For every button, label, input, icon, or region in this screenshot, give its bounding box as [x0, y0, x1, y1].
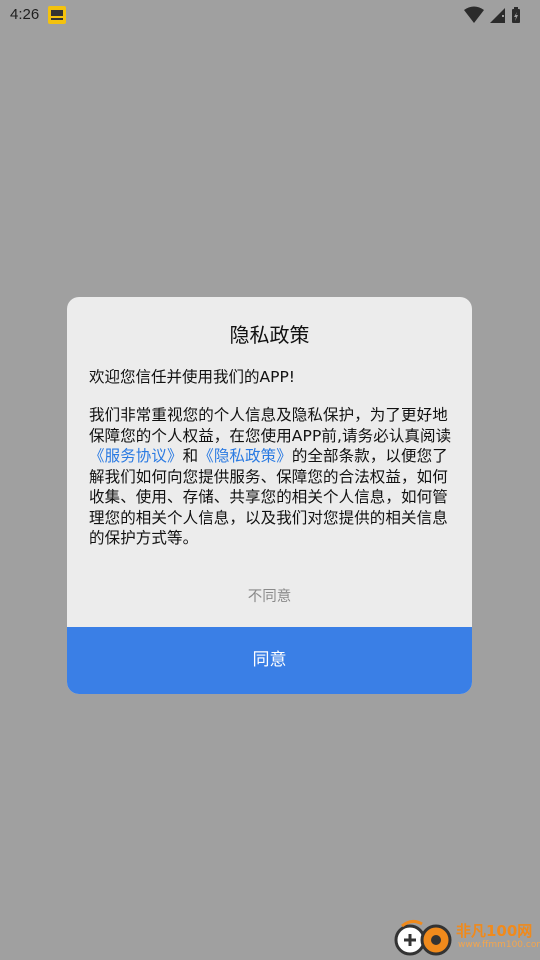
watermark-name: 非凡100网 [456, 922, 533, 940]
privacy-dialog: 隐私政策 欢迎您信任并使用我们的APP! 我们非常重视您的个人信息及隐私保护，为… [67, 297, 472, 694]
dialog-greeting: 欢迎您信任并使用我们的APP! [89, 368, 296, 386]
status-icons [464, 6, 530, 24]
disagree-button[interactable]: 不同意 [67, 585, 472, 606]
watermark-url: www.ffmm100.com [458, 940, 540, 950]
dialog-body: 我们非常重视您的个人信息及隐私保护，为了更好地保障您的个人权益，在您使用APP前… [89, 405, 454, 549]
signal-icon [490, 8, 505, 23]
screen: 4:26 隐私政策 欢迎您信任并使用我们的APP! 我们非常重视您的个人信息及隐… [0, 0, 540, 960]
notification-app-icon [48, 6, 66, 24]
status-bar: 4:26 [0, 0, 540, 30]
wifi-icon [464, 6, 484, 23]
battery-icon [512, 7, 520, 23]
status-time: 4:26 [10, 6, 40, 23]
and-text: 和 [182, 447, 199, 465]
dialog-title: 隐私政策 [229, 323, 310, 347]
watermark: 非凡100网 www.ffmm100.com [392, 914, 540, 960]
privacy-policy-link[interactable]: 《隐私政策》 [198, 447, 292, 465]
body-text-part1: 我们非常重视您的个人信息及隐私保护，为了更好地保障您的个人权益，在您使用APP前… [89, 406, 452, 445]
agree-button[interactable]: 同意 [67, 627, 472, 694]
service-agreement-link[interactable]: 《服务协议》 [89, 447, 183, 465]
watermark-logo-icon [394, 919, 452, 956]
